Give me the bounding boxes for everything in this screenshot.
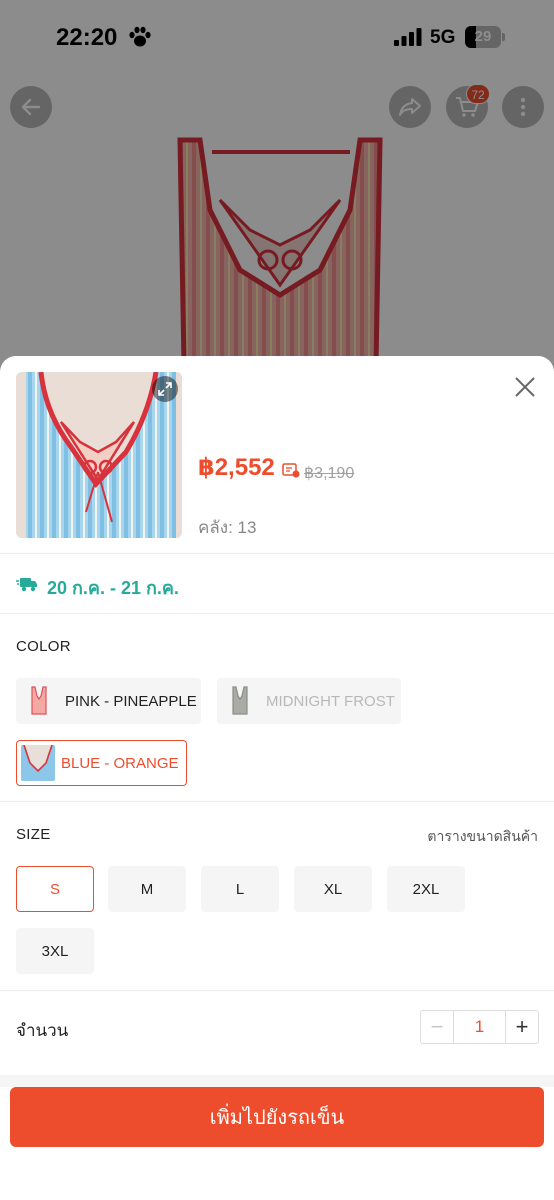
size-option-3xl[interactable]: 3XL [16, 928, 94, 974]
size-option-2xl[interactable]: 2XL [387, 866, 465, 912]
close-icon[interactable] [512, 374, 538, 400]
size-option-xl[interactable]: XL [294, 866, 372, 912]
color-option-pink-pineapple[interactable]: PINK - PINEAPPLE [16, 678, 201, 724]
quantity-value[interactable]: 1 [454, 1011, 505, 1043]
quantity-label: จำนวน [16, 1021, 69, 1040]
size-option-m[interactable]: M [108, 866, 186, 912]
original-price: ฿3,190 [304, 465, 355, 482]
coupon-icon [282, 463, 300, 478]
delivery-truck-icon [16, 578, 37, 592]
divider [0, 990, 554, 991]
decrease-quantity-button[interactable]: − [421, 1011, 454, 1043]
color-option-midnight-frost[interactable]: MIDNIGHT FROST [217, 678, 401, 724]
add-to-cart-button[interactable]: เพิ่มไปยังรถเข็น [10, 1087, 544, 1147]
swimsuit-thumbnail-icon [226, 685, 254, 717]
size-guide-link[interactable]: ตารางขนาดสินค้า [427, 826, 538, 848]
footer-separator [0, 1075, 554, 1087]
swimsuit-thumbnail-icon [21, 745, 55, 781]
divider [0, 801, 554, 802]
expand-icon[interactable] [152, 376, 178, 402]
color-option-label: BLUE - ORANGE [61, 754, 179, 772]
size-section-label: SIZE [16, 826, 51, 843]
quantity-stepper: − 1 + [420, 1010, 539, 1044]
dim-overlay[interactable] [0, 0, 554, 400]
delivery-date: 20 ก.ค. - 21 ก.ค. [47, 578, 179, 598]
color-option-label: MIDNIGHT FROST [266, 692, 395, 710]
color-section-label: COLOR [16, 638, 71, 655]
stock-count: คลัง: 13 [198, 518, 257, 537]
increase-quantity-button[interactable]: + [505, 1011, 538, 1043]
variant-bottom-sheet: ฿2,552 ฿3,190 คลัง: 13 20 ก.ค. - 21 ก.ค.… [0, 356, 554, 1200]
color-option-blue-orange[interactable]: BLUE - ORANGE [16, 740, 187, 786]
divider [0, 553, 554, 554]
product-page-background: 22:20 5G 29 72 [0, 0, 554, 400]
size-option-s[interactable]: S [16, 866, 94, 912]
color-option-label: PINK - PINEAPPLE [65, 692, 197, 710]
price: ฿2,552 [198, 454, 275, 481]
size-option-l[interactable]: L [201, 866, 279, 912]
swimsuit-thumbnail-icon [25, 685, 53, 717]
divider [0, 613, 554, 614]
